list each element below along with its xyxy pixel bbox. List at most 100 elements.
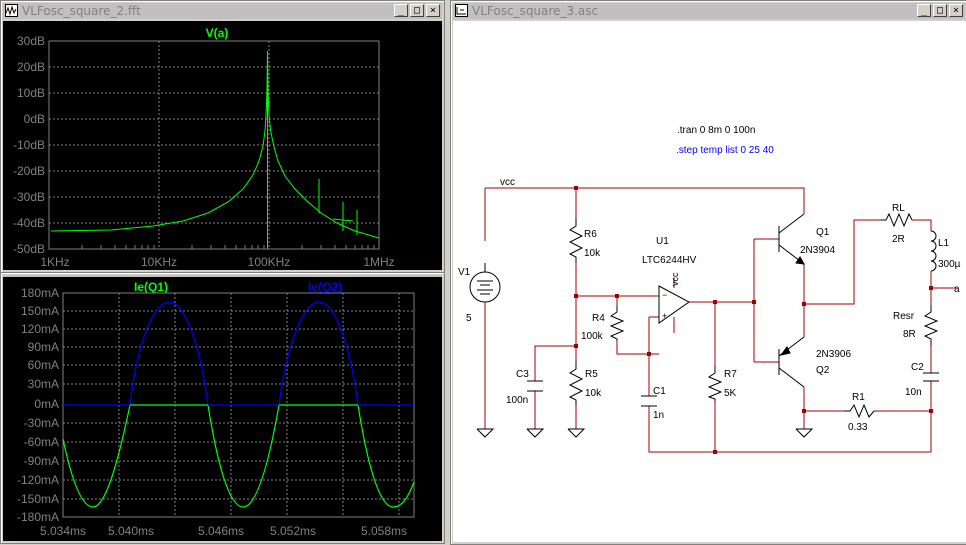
y-tick-label: 0dB	[24, 112, 45, 126]
y-tick-label: -30mA	[24, 416, 59, 430]
c2-symbol[interactable]	[923, 372, 939, 382]
y-tick-label: -30dB	[13, 190, 45, 204]
x-tick-label: 5.046ms	[198, 524, 244, 538]
c2-ref[interactable]: C2	[911, 362, 924, 373]
trace-label-v-a[interactable]: V(a)	[206, 26, 229, 40]
x-tick-label: 5.058ms	[361, 524, 407, 538]
y-tick-label: -150mA	[17, 492, 59, 506]
y-tick-label: 60mA	[28, 358, 59, 372]
schematic-canvas[interactable]: − + .tran 0 8m 0 100n .step temp list 0 …	[453, 21, 966, 542]
svg-text:−: −	[662, 290, 667, 300]
v1-ref[interactable]: V1	[458, 267, 471, 278]
net-label-vcc[interactable]: vcc	[500, 177, 515, 188]
c3-value[interactable]: 100n	[506, 395, 528, 406]
window-title: VLFosc_square_2.fft	[22, 4, 141, 18]
schematic-titlebar[interactable]: VLFosc_square_3.asc _ □ ×	[453, 3, 965, 19]
time-x-axis: 5.034ms 5.040ms 5.046ms 5.052ms 5.058ms	[40, 524, 407, 538]
c3-ref[interactable]: C3	[516, 369, 529, 380]
minimize-button[interactable]: _	[917, 4, 931, 17]
c1-ref[interactable]: C1	[653, 386, 666, 397]
r6-value[interactable]: 10k	[584, 248, 601, 259]
window-title: VLFosc_square_3.asc	[472, 4, 599, 18]
maximize-button[interactable]: □	[410, 4, 424, 17]
r1-value[interactable]: 0.33	[848, 422, 868, 433]
u1-value[interactable]: LTC6244HV	[642, 255, 697, 266]
q2-ref[interactable]: Q2	[816, 365, 830, 376]
l1-value[interactable]: 300µ	[938, 259, 961, 270]
time-plot[interactable]: Ie(Q1) Ie(Q2) 180mA 150mA 120mA 90mA 60m…	[3, 277, 442, 539]
y-tick-label: -20dB	[13, 164, 45, 178]
r6-symbol[interactable]	[568, 218, 584, 263]
trace-ie-q1-lobe-3	[357, 404, 415, 508]
q1-npn-symbol[interactable]	[778, 213, 805, 265]
r1-ref[interactable]: R1	[852, 392, 865, 403]
y-tick-label: -120mA	[17, 473, 59, 487]
v1-source-symbol[interactable]	[469, 263, 501, 303]
q2-value[interactable]: 2N3906	[816, 349, 851, 360]
y-tick-label: 150mA	[21, 304, 59, 318]
q1-value[interactable]: 2N3904	[800, 245, 835, 256]
ground-symbol	[795, 428, 814, 438]
r5-ref[interactable]: R5	[585, 369, 598, 380]
r4-symbol[interactable]	[609, 306, 625, 341]
l1-symbol[interactable]	[930, 230, 937, 272]
x-tick-label: 100KHz	[248, 255, 291, 269]
close-button[interactable]: ×	[949, 4, 963, 17]
trace-label-ie-q1[interactable]: Ie(Q1)	[134, 280, 168, 294]
fft-trace-v-a	[50, 50, 380, 249]
q1-ref[interactable]: Q1	[816, 227, 830, 238]
rl-ref[interactable]: RL	[892, 203, 905, 214]
trace-ie-q2-lobe-2	[278, 301, 359, 406]
resr-value[interactable]: 8R	[903, 329, 916, 340]
r7-symbol[interactable]	[707, 366, 723, 401]
x-tick-label: 1MHz	[363, 255, 394, 269]
net-label-a[interactable]: a	[954, 284, 960, 295]
l1-ref[interactable]: L1	[938, 238, 950, 249]
y-tick-label: -50dB	[13, 242, 45, 256]
v1-value[interactable]: 5	[466, 313, 472, 324]
y-tick-label: -180mA	[17, 510, 59, 524]
svg-text:+: +	[662, 311, 667, 321]
c3-symbol[interactable]	[527, 380, 543, 392]
u1-ref[interactable]: U1	[656, 236, 669, 247]
c1-symbol[interactable]	[641, 395, 657, 407]
r5-symbol[interactable]	[568, 361, 584, 406]
trace-label-ie-q2[interactable]: Ie(Q2)	[308, 280, 342, 294]
fft-titlebar[interactable]: VLFosc_square_2.fft _ □ ×	[3, 3, 442, 19]
schematic-window-icon	[455, 4, 468, 17]
r6-ref[interactable]: R6	[584, 229, 597, 240]
y-tick-label: 30mA	[28, 377, 59, 391]
c2-value[interactable]: 10n	[905, 387, 922, 398]
resr-symbol[interactable]	[923, 306, 939, 346]
fft-window: VLFosc_square_2.fft _ □ × V(a) 30dB 20dB…	[0, 0, 445, 273]
tran-directive[interactable]: .tran 0 8m 0 100n	[677, 125, 755, 136]
close-button[interactable]: ×	[426, 4, 440, 17]
y-tick-label: 180mA	[21, 286, 59, 300]
rl-value[interactable]: 2R	[892, 234, 905, 245]
c1-value[interactable]: 1n	[653, 410, 664, 421]
net-label-vcc-pin[interactable]: vcc	[670, 272, 680, 286]
minimize-button[interactable]: _	[394, 4, 408, 17]
schematic-drawing[interactable]: − + .tran 0 8m 0 100n .step temp list 0 …	[453, 21, 966, 542]
y-tick-label: 20dB	[17, 60, 45, 74]
ground-symbol	[476, 428, 495, 438]
x-tick-label: 5.040ms	[108, 524, 154, 538]
r5-value[interactable]: 10k	[585, 388, 602, 399]
maximize-button[interactable]: □	[933, 4, 947, 17]
waveform-window-icon	[5, 4, 18, 17]
x-tick-label: 1KHz	[40, 255, 69, 269]
q2-pnp-symbol[interactable]	[778, 336, 805, 388]
step-directive[interactable]: .step temp list 0 25 40	[676, 145, 774, 156]
fft-plot[interactable]: V(a) 30dB 20dB 10dB 0dB -10dB -20dB -30d…	[3, 21, 442, 270]
y-tick-label: 0mA	[34, 397, 59, 411]
time-plot-pane[interactable]: Ie(Q1) Ie(Q2) 180mA 150mA 120mA 90mA 60m…	[3, 277, 442, 541]
rl-symbol[interactable]	[881, 212, 913, 228]
resr-ref[interactable]: Resr	[893, 311, 915, 322]
fft-plot-pane[interactable]: V(a) 30dB 20dB 10dB 0dB -10dB -20dB -30d…	[3, 21, 442, 270]
r4-value[interactable]: 100k	[581, 331, 604, 342]
y-tick-label: 10dB	[17, 86, 45, 100]
r7-ref[interactable]: R7	[724, 369, 737, 380]
r1-symbol[interactable]	[844, 403, 875, 419]
r4-ref[interactable]: R4	[592, 313, 605, 324]
r7-value[interactable]: 5K	[724, 388, 737, 399]
